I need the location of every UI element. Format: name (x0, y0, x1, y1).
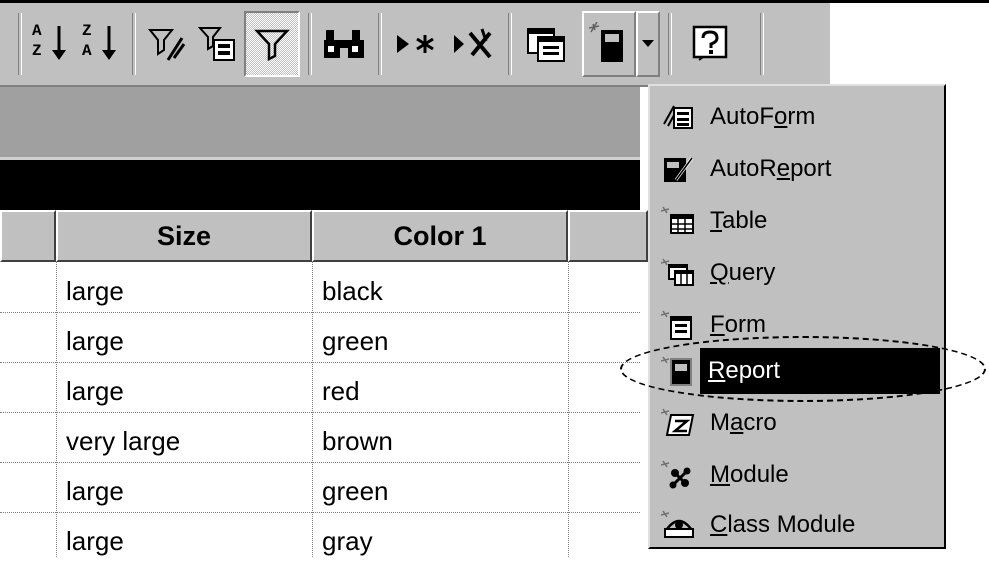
filter-by-form-button[interactable] (194, 15, 242, 73)
toolbar-separator (760, 13, 764, 75)
toolbar-separator (668, 13, 672, 75)
toolbar-separator (132, 13, 136, 75)
autoreport-icon (656, 147, 700, 191)
table-cell[interactable]: red (322, 366, 360, 416)
sort-asc-letter-bottom: Z (32, 42, 42, 60)
menu-item-table[interactable]: Table (656, 198, 940, 244)
database-window-icon (527, 28, 565, 62)
class-module-icon (656, 503, 700, 547)
datasheet-grid: Size Color 1 large black large green lar… (0, 210, 648, 557)
menu-item-autoreport[interactable]: AutoReport (656, 146, 940, 192)
form-icon (656, 303, 700, 347)
menu-item-label: AutoForm (710, 103, 816, 130)
macro-icon (656, 401, 700, 445)
find-icon (324, 30, 364, 58)
table-cell[interactable]: green (322, 316, 389, 366)
menu-item-module[interactable]: Module (656, 452, 940, 498)
menu-item-label: AutoReport (710, 155, 832, 182)
report-icon (656, 349, 700, 393)
module-icon (656, 453, 700, 497)
autoform-icon (656, 95, 700, 139)
sort-descending-button[interactable]: Z A (80, 15, 120, 73)
new-object-menu: AutoForm AutoReport Table Query Form Rep… (648, 84, 946, 549)
menu-item-query[interactable]: Query (656, 250, 940, 296)
new-record-button[interactable] (392, 15, 444, 73)
toolbar-separator (508, 13, 512, 75)
row-selector-header[interactable] (0, 210, 56, 262)
menu-item-label: Query (710, 259, 776, 286)
table-cell[interactable]: brown (322, 416, 393, 466)
find-button[interactable] (318, 15, 370, 73)
form-header-band (0, 87, 640, 157)
menu-item-label: Class Module (710, 511, 856, 538)
table-cell[interactable]: large (66, 366, 124, 416)
menu-item-macro[interactable]: Macro (656, 400, 940, 446)
database-window-button[interactable] (520, 15, 572, 73)
column-header-next[interactable] (568, 210, 648, 262)
menu-item-label: Form (710, 311, 767, 338)
apply-filter-button[interactable] (244, 11, 300, 77)
apply-filter-icon (254, 29, 290, 62)
table-cell[interactable]: large (66, 466, 124, 516)
column-header-color-1[interactable]: Color 1 (312, 210, 568, 262)
toolbar-separator (378, 13, 382, 75)
menu-item-label: Report (700, 348, 940, 394)
filter-by-selection-button[interactable] (142, 15, 190, 73)
form-title-bar (0, 157, 640, 212)
new-object-icon (589, 22, 623, 62)
toolbar-blank-area (830, 3, 989, 85)
table-cell[interactable]: large (66, 516, 124, 566)
chevron-down-icon (642, 40, 654, 47)
help-button[interactable] (686, 15, 736, 73)
toolbar-separator (308, 13, 312, 75)
menu-item-label: Table (710, 207, 768, 234)
new-record-icon (397, 35, 434, 53)
table-cell[interactable]: large (66, 266, 124, 316)
column-header-size[interactable]: Size (56, 210, 312, 262)
query-icon (656, 251, 700, 295)
menu-item-report[interactable]: Report (656, 348, 940, 394)
menu-item-form[interactable]: Form (656, 302, 940, 348)
delete-record-button[interactable] (448, 15, 500, 73)
sort-descending-icon: Z A (80, 22, 120, 66)
sort-ascending-icon: A Z (30, 22, 70, 66)
new-object-button[interactable] (582, 11, 636, 77)
toolbar-separator (18, 13, 22, 75)
table-icon (656, 199, 700, 243)
menu-item-label: Module (710, 461, 789, 488)
menu-item-label: Macro (710, 409, 777, 436)
sort-asc-letter-top: A (32, 22, 42, 40)
toolbar: A Z Z A (0, 3, 830, 87)
table-cell[interactable]: very large (66, 416, 180, 466)
filter-by-form-icon (198, 27, 235, 61)
filter-by-selection-icon (147, 29, 186, 61)
delete-record-icon (454, 28, 492, 59)
table-cell[interactable]: gray (322, 516, 373, 566)
sort-ascending-button[interactable]: A Z (30, 15, 70, 73)
sort-desc-letter-bottom: A (82, 42, 92, 60)
new-object-dropdown-button[interactable] (636, 11, 660, 77)
table-cell[interactable]: green (322, 466, 389, 516)
menu-item-autoform[interactable]: AutoForm (656, 94, 940, 140)
table-cell[interactable]: black (322, 266, 383, 316)
menu-item-class-module[interactable]: Class Module (656, 502, 940, 548)
help-icon (692, 25, 728, 61)
table-cell[interactable]: large (66, 316, 124, 366)
sort-desc-letter-top: Z (82, 22, 92, 40)
